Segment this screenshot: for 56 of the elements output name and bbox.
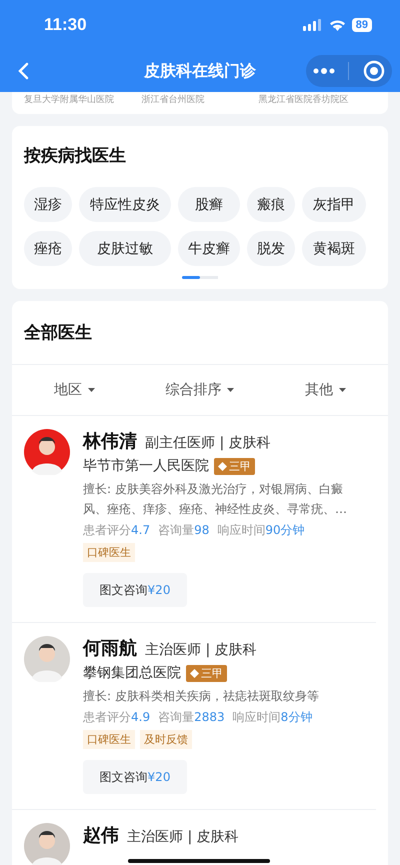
disease-tag[interactable]: 黄褐斑 [302, 231, 366, 266]
doctor-name[interactable]: 何雨航 [83, 636, 137, 660]
hospital-name: 攀钢集团总医院 [83, 664, 181, 682]
disease-tag[interactable]: 皮肤过敏 [79, 231, 171, 266]
specialty-text: 擅长: 皮肤科类相关疾病，祛痣祛斑取纹身等 [83, 688, 320, 705]
disease-tag[interactable]: 股癣 [178, 187, 240, 222]
caret-icon [88, 388, 96, 392]
status-time: 11:30 [44, 15, 87, 35]
hospital-name: 毕节市第一人民医院 [83, 457, 209, 475]
caret-icon [338, 388, 346, 392]
specialty-text: 擅长: 皮肤美容外科及激光治疗，对银屑病、白癜风、痤疮、痒疹、痤疮、神经性皮炎、寻常疣、… [83, 481, 348, 518]
disease-tag[interactable]: 痤疮 [24, 231, 72, 266]
grade-label: 三甲 [201, 666, 223, 680]
page-title: 皮肤科在线门诊 [144, 60, 256, 82]
stat-label: 响应时间 [232, 710, 281, 724]
section-title: 全部医生 [22, 322, 93, 344]
filter-dropdown[interactable]: 综合排序 [137, 365, 263, 415]
back-icon[interactable] [17, 62, 29, 80]
disease-tag[interactable]: 瘢痕 [247, 187, 295, 222]
stat-value: 90分钟 [265, 523, 305, 537]
stat-label: 响应时间 [217, 523, 266, 537]
more-icon[interactable] [312, 68, 335, 74]
stat-label: 咨询量 [158, 710, 194, 724]
disease-tag[interactable]: 特应性皮炎 [79, 187, 171, 222]
doctor-name[interactable]: 林伟清 [83, 429, 137, 453]
stat-value: 4.7 [131, 523, 150, 537]
signal-icon [302, 19, 323, 31]
consult-button[interactable]: 图文咨询¥20 [83, 760, 187, 794]
filter-dropdown[interactable]: 地区 [12, 365, 138, 415]
diamond-icon [190, 668, 199, 678]
stat-label: 患者评分 [83, 710, 131, 724]
stat-label: 患者评分 [83, 523, 131, 537]
doctor-title: 主治医师 | 皮肤科 [145, 641, 257, 659]
battery-level: 89 [352, 18, 372, 32]
disease-tag[interactable]: 牛皮癣 [178, 231, 240, 266]
consult-button[interactable]: 图文咨询¥20 [83, 573, 187, 607]
doctor-name[interactable]: 赵伟 [83, 823, 119, 847]
stat-value: 4.9 [131, 710, 150, 724]
diamond-icon [218, 462, 227, 470]
disease-tag[interactable]: 湿疹 [24, 187, 72, 222]
stat-value: 2883 [194, 710, 225, 724]
wifi-icon [328, 19, 346, 31]
stat-value: 8分钟 [280, 710, 312, 724]
filter-dropdown[interactable]: 其他 [262, 365, 388, 415]
doctor-tag: 口碑医生 [83, 543, 135, 562]
doctor-title: 主治医师 | 皮肤科 [127, 828, 239, 846]
grade-label: 三甲 [229, 458, 251, 474]
stat-label: 咨询量 [158, 523, 194, 537]
disease-tag[interactable]: 灰指甲 [302, 187, 366, 222]
caret-icon [227, 388, 234, 392]
stat-value: 98 [194, 523, 210, 537]
doctor-tag: 及时反馈 [140, 730, 192, 749]
doctor-title: 副主任医师 | 皮肤科 [145, 434, 271, 452]
section-title: 按疾病找医生 [24, 145, 127, 167]
disease-tag[interactable]: 脱发 [247, 231, 295, 266]
doctor-tag: 口碑医生 [83, 730, 135, 749]
